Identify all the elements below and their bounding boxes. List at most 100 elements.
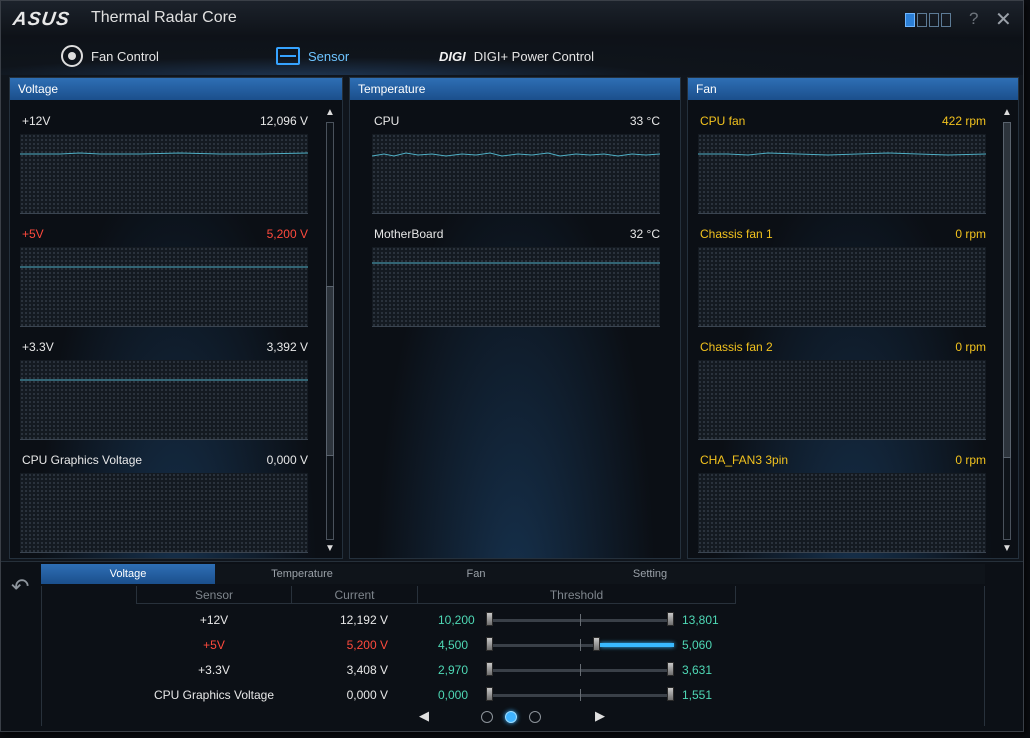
sensor-graph	[20, 134, 308, 214]
sensor-graph	[20, 360, 308, 440]
main-tabs: Fan Control Sensor DIGI DIGI+ Power Cont…	[1, 37, 1023, 75]
tab-fan-control[interactable]: Fan Control	[61, 43, 159, 69]
threshold-section: ↶ Voltage Temperature Fan Setting Sensor…	[1, 561, 1023, 731]
sensor-icon	[276, 47, 300, 65]
scroll-thumb[interactable]	[326, 286, 334, 456]
help-button[interactable]: ?	[969, 9, 978, 29]
page-dot[interactable]	[481, 711, 493, 723]
threshold-max-handle[interactable]	[593, 637, 600, 651]
tab-voltage[interactable]: Voltage	[41, 564, 215, 584]
sensor-value: 0,000 V	[266, 453, 308, 467]
row-sensor-name: +12V	[199, 613, 229, 627]
threshold-min: 0,000	[438, 688, 469, 702]
fan-icon	[61, 45, 83, 67]
sensor-5v: +5V 5,200 V	[20, 221, 308, 329]
threshold-max-handle[interactable]	[667, 662, 674, 676]
sensor-graph	[20, 247, 308, 327]
sensor-label: Chassis fan 2	[700, 340, 773, 354]
threshold-max-handle[interactable]	[667, 612, 674, 626]
threshold-min-handle[interactable]	[486, 637, 493, 651]
sensor-value: 32 °C	[629, 227, 660, 241]
page-dot-active[interactable]	[505, 711, 517, 723]
sensor-value: 0 rpm	[955, 227, 986, 241]
page-dot[interactable]	[529, 711, 541, 723]
sensor-value: 3,392 V	[266, 340, 308, 354]
sensor-graph	[20, 473, 308, 553]
scroll-up-icon[interactable]: ▲	[323, 106, 337, 120]
sensor-label: +5V	[22, 227, 44, 241]
graph-trace	[20, 152, 308, 155]
threshold-min-handle[interactable]	[486, 662, 493, 676]
threshold-max: 1,551	[682, 688, 713, 702]
threshold-slider-track[interactable]	[490, 694, 674, 697]
row-current-value: 12,192 V	[339, 613, 388, 627]
table-row: +5V 5,200 V 4,500 5,060	[42, 633, 986, 658]
temperature-panel: Temperature CPU 33 °C MotherBoard 32 °C	[349, 77, 681, 559]
column-header-current: Current	[292, 586, 418, 604]
sensor-value: 33 °C	[629, 114, 660, 128]
tab-label: DIGI+ Power Control	[473, 48, 595, 64]
fan-panel: Fan CPU fan 422 rpm Chassis fan 1 0 rpm …	[687, 77, 1019, 559]
sensor-12v: +12V 12,096 V	[20, 108, 308, 216]
threshold-slider-track[interactable]	[490, 619, 674, 622]
table-row: +3.3V 3,408 V 2,970 3,631	[42, 658, 986, 683]
tab-temperature[interactable]: Temperature	[215, 564, 389, 584]
sensor-graph	[372, 247, 660, 327]
close-button[interactable]: ✕	[995, 7, 1012, 32]
row-sensor-name: CPU Graphics Voltage	[153, 688, 275, 702]
sensor-graph	[698, 360, 986, 440]
tab-digi-power-control[interactable]: DIGI DIGI+ Power Control	[439, 43, 594, 69]
slider-midpoint	[580, 639, 581, 651]
sensor-label: Chassis fan 1	[700, 227, 773, 241]
threshold-slider-track[interactable]	[490, 669, 674, 672]
layout-switch-icon[interactable]	[905, 13, 951, 27]
sensor-value: 422 rpm	[941, 114, 986, 128]
sensor-cha-fan3: CHA_FAN3 3pin 0 rpm	[698, 447, 986, 555]
scroll-thumb[interactable]	[1003, 122, 1011, 458]
column-header-sensor: Sensor	[136, 586, 292, 604]
graph-trace	[372, 152, 660, 157]
digi-icon: DIGI	[439, 48, 466, 64]
row-sensor-name: +5V	[203, 638, 225, 652]
back-arrow-icon[interactable]: ↶	[11, 574, 29, 600]
threshold-min-handle[interactable]	[486, 687, 493, 701]
threshold-min: 2,970	[438, 663, 469, 677]
sensor-cpu-fan: CPU fan 422 rpm	[698, 108, 986, 216]
tab-label: Sensor	[308, 48, 350, 64]
threshold-tabs: Voltage Temperature Fan Setting	[41, 564, 985, 584]
threshold-max: 13,801	[682, 613, 719, 627]
threshold-max-handle[interactable]	[667, 687, 674, 701]
next-page-icon[interactable]: ▶	[595, 708, 605, 724]
panel-header: Fan	[688, 78, 1018, 100]
sensor-motherboard-temp: MotherBoard 32 °C	[372, 221, 660, 329]
voltage-scrollbar[interactable]: ▲ ▼	[323, 106, 337, 556]
tab-setting[interactable]: Setting	[563, 564, 737, 584]
app-window: ASUS Thermal Radar Core ? ✕ Fan Control …	[0, 0, 1024, 732]
threshold-min: 4,500	[438, 638, 469, 652]
sensor-3v3: +3.3V 3,392 V	[20, 334, 308, 442]
scroll-up-icon[interactable]: ▲	[1000, 106, 1014, 120]
threshold-max: 5,060	[682, 638, 713, 652]
prev-page-icon[interactable]: ◀	[419, 708, 429, 724]
scroll-down-icon[interactable]: ▼	[323, 542, 337, 556]
sensor-label: MotherBoard	[374, 227, 444, 241]
threshold-table: Sensor Current Threshold +12V 12,192 V 1…	[41, 586, 985, 726]
panel-header: Voltage	[10, 78, 342, 100]
sensor-label: +12V	[22, 114, 51, 128]
table-row: CPU Graphics Voltage 0,000 V 0,000 1,551	[42, 683, 986, 708]
threshold-min-handle[interactable]	[486, 612, 493, 626]
app-title: Thermal Radar Core	[91, 9, 237, 26]
tab-label: Fan Control	[91, 48, 159, 64]
sensor-chassis-fan-1: Chassis fan 1 0 rpm	[698, 221, 986, 329]
voltage-panel: Voltage +12V 12,096 V +5V 5,200 V +3.3V …	[9, 77, 343, 559]
sensor-value: 0 rpm	[955, 453, 986, 467]
graph-trace	[698, 152, 986, 156]
asus-logo: ASUS	[11, 9, 72, 30]
slider-midpoint	[580, 614, 581, 626]
fan-scrollbar[interactable]: ▲ ▼	[1000, 106, 1014, 556]
scroll-down-icon[interactable]: ▼	[1000, 542, 1014, 556]
threshold-max: 3,631	[682, 663, 713, 677]
tab-sensor[interactable]: Sensor	[276, 43, 349, 69]
threshold-alert-fill	[600, 643, 674, 647]
tab-fan[interactable]: Fan	[389, 564, 563, 584]
